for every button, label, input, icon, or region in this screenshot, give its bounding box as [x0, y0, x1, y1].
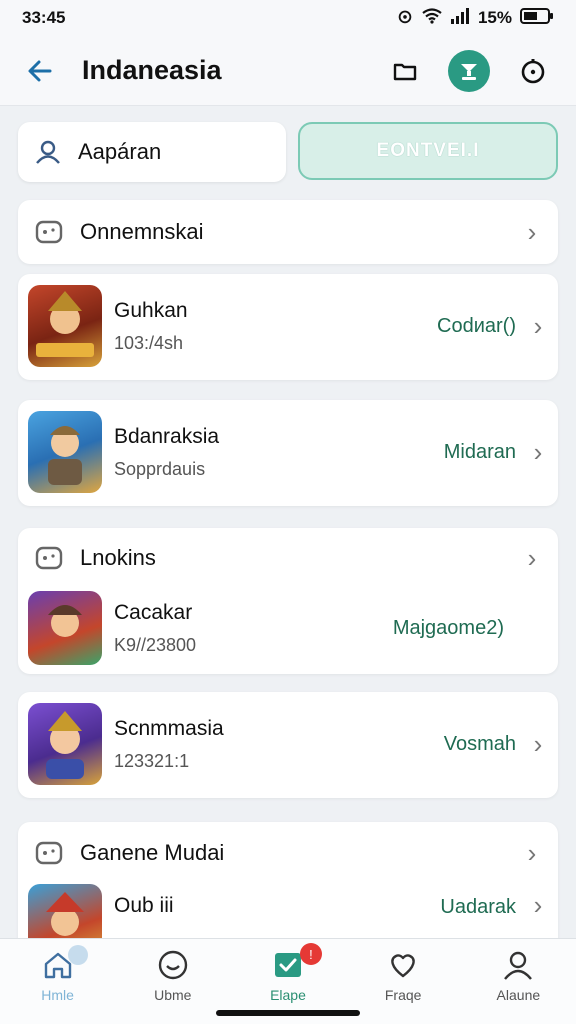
chevron-right-icon: › [533, 310, 543, 341]
nav-ubme[interactable]: Ubme [123, 949, 223, 1003]
list-item[interactable]: Bdanraksia Sopprdauis Midaran › [18, 400, 558, 504]
game-subtitle: 123321:1 [114, 750, 190, 771]
game-thumbnail [28, 591, 102, 665]
user-search-icon [36, 140, 60, 164]
home-indicator [216, 1010, 360, 1016]
alarm-icon [396, 7, 414, 30]
game-info: Bdanraksia Sopprdauis [114, 425, 444, 480]
notification-dot [67, 945, 88, 965]
game-name: Cacakar [114, 600, 193, 624]
nav-label: Fraqe [384, 987, 422, 1003]
app-bar: Indaneasia [0, 36, 576, 106]
gamepad-icon [35, 841, 63, 865]
game-action: Vosmah [443, 732, 516, 755]
game-card-2: Bdanraksia Sopprdauis Midaran › [18, 400, 558, 506]
section-header-1[interactable]: Onnemnskai › [18, 200, 558, 264]
section-title: Onnemnskai [80, 219, 204, 244]
list-item[interactable]: Oub iii Uadarak › [18, 884, 558, 958]
smile-icon [158, 950, 187, 980]
game-info: Guhkan 103:/4sh [114, 299, 437, 354]
nav-label: Ubme [154, 987, 192, 1003]
chevron-right-icon: › [527, 216, 537, 247]
game-name: Guhkan [114, 298, 188, 322]
alert-badge: ! [299, 943, 322, 965]
settings-button[interactable] [512, 50, 554, 92]
download-button[interactable] [448, 49, 490, 92]
nav-fraqe[interactable]: Fraqe [353, 949, 453, 1003]
game-action: Uadarak [440, 896, 516, 918]
game-action: Codиar() [437, 314, 516, 337]
heart-icon [391, 954, 415, 978]
chevron-right-icon: › [527, 837, 537, 868]
game-name: Scnmmasia [114, 716, 224, 740]
nav-elape[interactable]: ! Elape [238, 943, 338, 1003]
page-title: Indaneasia [82, 55, 222, 85]
profile-icon [504, 951, 533, 980]
gamepad-icon [35, 546, 63, 570]
nav-label: Elape [270, 987, 306, 1003]
chevron-right-icon: › [533, 890, 543, 920]
folder-icon [393, 63, 417, 80]
game-card-1: Guhkan 103:/4sh Codиar() › [18, 274, 558, 380]
game-subtitle: Sopprdauis [114, 458, 206, 479]
download-icon [461, 63, 477, 80]
game-thumbnail [28, 703, 102, 785]
appbar-actions [384, 49, 554, 92]
chevron-right-icon: › [533, 728, 543, 759]
gamepad-icon [35, 220, 63, 244]
search-row: Aapáran EONTVEI.I [18, 122, 558, 182]
battery-percent: 15% [477, 8, 512, 27]
section-header-3[interactable]: Ganene Mudai › [18, 822, 558, 884]
back-button[interactable] [22, 53, 58, 89]
status-bar: 33:45 15% [0, 0, 576, 36]
arrow-left-icon [28, 60, 52, 81]
wifi-icon [422, 7, 442, 29]
game-thumbnail [28, 411, 102, 493]
signal-icon [450, 7, 470, 29]
game-subtitle: K9//23800 [114, 634, 197, 655]
game-info: Oub iii [114, 884, 440, 928]
primary-action-button[interactable]: EONTVEI.I [298, 122, 558, 180]
section-title: Lnokins [80, 545, 156, 570]
game-info: Scnmmasia 123321:1 [114, 717, 444, 772]
game-name: Bdanraksia [114, 424, 220, 448]
folder-button[interactable] [384, 50, 426, 92]
nav-alaune[interactable]: Alaune [468, 949, 568, 1003]
section-card-2: Lnokins › Cacakar K9//23800 Majgaome2) [18, 528, 558, 674]
battery-icon [520, 7, 554, 29]
game-card-4: Scnmmasia 123321:1 Vosmah › [18, 692, 558, 798]
nav-label: Alaune [496, 987, 541, 1003]
game-thumbnail [28, 285, 102, 367]
game-info: Cacakar K9//23800 [114, 601, 393, 656]
search-text: Aapáran [78, 139, 162, 164]
game-name: Oub iii [114, 894, 174, 917]
status-time: 33:45 [22, 8, 66, 27]
game-subtitle: 103:/4sh [114, 332, 184, 353]
bottom-nav: Hmle Ubme ! Elape Fraqe Alaune [0, 938, 576, 1024]
section-title: Ganene Mudai [80, 840, 225, 865]
list-item[interactable]: Scnmmasia 123321:1 Vosmah › [18, 692, 558, 796]
nav-label: Hmle [41, 987, 74, 1003]
list-item[interactable]: Guhkan 103:/4sh Codиar() › [18, 274, 558, 378]
game-action: Majgaome2) [392, 616, 504, 639]
chevron-right-icon: › [527, 542, 537, 573]
list-item[interactable]: Cacakar K9//23800 Majgaome2) [18, 588, 558, 668]
search-input[interactable]: Aapáran [18, 122, 286, 182]
chevron-right-icon: › [533, 436, 543, 467]
game-action: Midaran [443, 440, 516, 463]
status-icons: 15% [396, 7, 554, 30]
section-header-2[interactable]: Lnokins › [18, 528, 558, 588]
section-card-1: Onnemnskai › [18, 200, 558, 264]
nav-home[interactable]: Hmle [8, 945, 108, 1003]
gear-icon [521, 58, 545, 83]
